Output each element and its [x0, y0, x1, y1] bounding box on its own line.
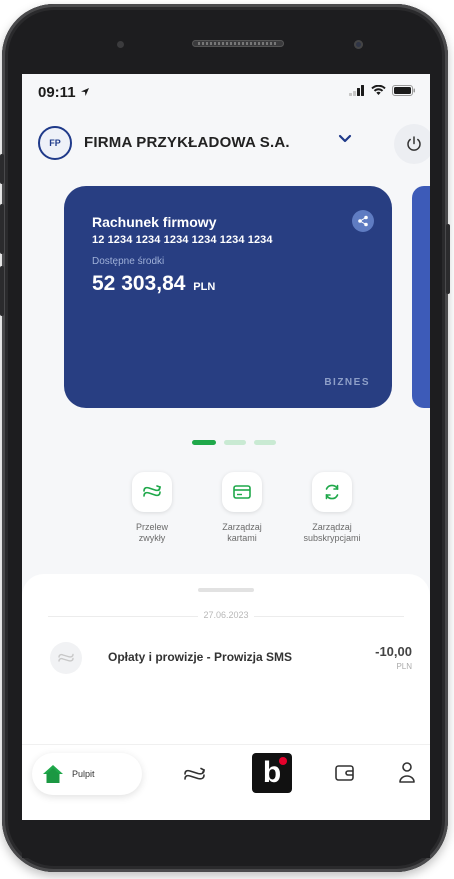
- volume-down-button: [0, 266, 4, 316]
- action-label-line: Przelew: [135, 522, 168, 532]
- subscription-icon: [325, 484, 339, 500]
- action-cards[interactable]: Zarządzaj kartami: [202, 472, 282, 544]
- status-time-text: 09:11: [38, 84, 76, 101]
- location-arrow-icon: [80, 88, 89, 96]
- action-label-line: kartami: [227, 533, 257, 543]
- pager-dot-active[interactable]: [192, 440, 216, 445]
- share-icon: [358, 215, 368, 227]
- chevron-down-icon[interactable]: [338, 134, 352, 144]
- phone-bottom-bezel: [22, 820, 430, 858]
- quick-actions: Przelew zwykły Zarządzaj kartami Zarządz…: [112, 472, 372, 582]
- history-date-row: 27.06.2023: [38, 608, 414, 624]
- action-label-line: subskrypcjami: [303, 533, 361, 543]
- speaker-grille: [198, 42, 278, 45]
- status-icons: [349, 85, 416, 96]
- action-transfer[interactable]: Przelew zwykły: [112, 472, 192, 544]
- available-funds-label: Dostępne środki: [92, 256, 165, 267]
- pager-dot[interactable]: [254, 440, 276, 445]
- history-date: 27.06.2023: [203, 610, 249, 620]
- power-icon: [407, 136, 421, 151]
- action-transfer-label: Przelew zwykły: [112, 522, 192, 544]
- balance-amount: 52 303,84: [92, 272, 186, 295]
- transfer-icon: [58, 653, 74, 662]
- front-camera: [354, 40, 363, 49]
- action-label-line: zwykły: [138, 533, 166, 543]
- action-subscriptions[interactable]: Zarządzaj subskrypcjami: [292, 472, 372, 544]
- action-label-line: Zarządzaj: [312, 522, 352, 532]
- blik-dot: [279, 757, 287, 765]
- app-header: FP FIRMA PRZYKŁADOWA S.A.: [22, 122, 430, 170]
- transfer-icon[interactable]: [182, 765, 208, 785]
- mute-switch: [0, 154, 4, 184]
- action-subscriptions-icon-box: [312, 472, 352, 512]
- card-pager[interactable]: [192, 440, 276, 445]
- transfer-icon: [143, 485, 162, 497]
- panel-drag-handle[interactable]: [198, 588, 254, 592]
- next-account-card-peek[interactable]: [412, 186, 430, 408]
- power-side-button: [446, 224, 450, 294]
- app-screen: 09:11 FP FIRMA PRZYKŁADOWA S.A. Rachunek…: [22, 74, 430, 820]
- action-transfer-icon-box: [132, 472, 172, 512]
- share-button[interactable]: [352, 210, 374, 232]
- profile-icon[interactable]: [398, 761, 416, 785]
- account-type-badge: BIZNES: [324, 377, 370, 388]
- pager-dot[interactable]: [224, 440, 246, 445]
- balance-currency: PLN: [193, 281, 216, 293]
- status-time: 09:11: [38, 84, 90, 101]
- home-icon: [43, 765, 63, 783]
- action-label-line: Zarządzaj: [222, 522, 262, 532]
- status-bar: 09:11: [22, 74, 430, 114]
- card-icon: [233, 485, 251, 499]
- wifi-icon: [371, 85, 386, 95]
- battery-icon: [392, 85, 415, 96]
- transaction-title: Opłaty i prowizje - Prowizja SMS: [108, 650, 293, 664]
- nav-home-button[interactable]: Pulpit: [32, 753, 142, 795]
- action-cards-label: Zarządzaj kartami: [202, 522, 282, 544]
- signal-icon: [349, 85, 364, 96]
- logout-button[interactable]: [394, 124, 430, 164]
- account-title: Rachunek firmowy: [92, 214, 217, 230]
- transaction-currency: PLN: [396, 662, 412, 671]
- account-balance: 52 303,84 PLN: [92, 272, 215, 296]
- account-number: 12 1234 1234 1234 1234 1234 1234: [92, 234, 273, 246]
- nav-home-label: Pulpit: [72, 769, 95, 779]
- transaction-amount: -10,00: [375, 644, 412, 659]
- action-subscriptions-label: Zarządzaj subskrypcjami: [292, 522, 372, 544]
- front-sensor: [117, 41, 124, 48]
- account-card[interactable]: Rachunek firmowy 12 1234 1234 1234 1234 …: [64, 186, 392, 408]
- volume-up-button: [0, 204, 4, 254]
- blik-button[interactable]: b: [252, 753, 292, 793]
- wallet-icon[interactable]: [334, 763, 356, 783]
- transaction-icon-circle: [50, 642, 82, 674]
- company-avatar[interactable]: FP: [38, 126, 72, 160]
- action-cards-icon-box: [222, 472, 262, 512]
- transaction-row[interactable]: Opłaty i prowizje - Prowizja SMS -10,00 …: [22, 632, 430, 686]
- company-name[interactable]: FIRMA PRZYKŁADOWA S.A.: [84, 134, 290, 151]
- bottom-navigation: Pulpit b: [22, 744, 430, 820]
- avatar-initials: FP: [49, 138, 61, 148]
